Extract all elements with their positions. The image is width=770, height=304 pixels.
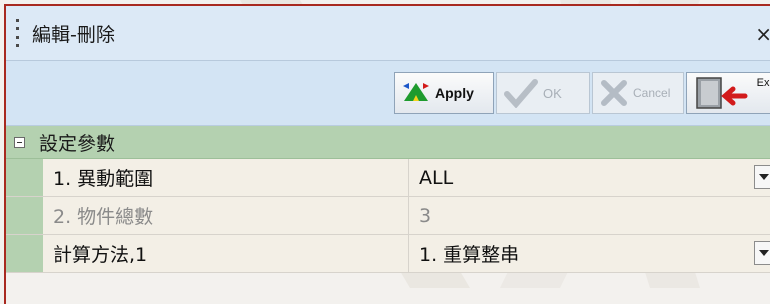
close-icon[interactable]: ×: [755, 22, 770, 46]
cancel-label: Cancel: [633, 86, 671, 100]
property-name: 2. 物件總數: [43, 197, 409, 234]
row-gutter: [6, 197, 43, 234]
row-gutter: [6, 235, 43, 272]
title-bar: 編輯-刪除 ×: [6, 6, 770, 61]
property-name: 計算方法,1: [43, 235, 409, 272]
toolbar: Apply OK Cancel Exit: [6, 61, 770, 126]
ok-button[interactable]: OK: [496, 72, 590, 114]
exit-label: Exit: [756, 77, 770, 89]
section-label: 設定參數: [39, 132, 116, 155]
x-mark-icon: [601, 80, 627, 106]
property-value-select[interactable]: 1. 重算整串: [409, 235, 770, 272]
property-row-change-range: 1. 異動範圍 ALL: [6, 159, 770, 197]
collapse-minus-icon[interactable]: [14, 136, 25, 148]
triangle-arrows-icon: [403, 83, 429, 101]
apply-label: Apply: [435, 85, 474, 101]
property-name: 1. 異動範圍: [43, 159, 409, 196]
row-gutter: [6, 159, 43, 196]
checkmark-icon: [504, 79, 538, 108]
property-value-text: 1. 重算整串: [419, 244, 520, 266]
property-value-readonly: 3: [409, 197, 770, 234]
dropdown-arrow-icon[interactable]: [754, 241, 770, 265]
property-value-select[interactable]: ALL: [409, 159, 770, 196]
property-value-text: 3: [419, 204, 432, 227]
property-grid: 1. 異動範圍 ALL 2. 物件總數 3 計算方法,1 1. 重算整串: [6, 159, 770, 273]
apply-button[interactable]: Apply: [394, 72, 494, 114]
property-row-object-count: 2. 物件總數 3: [6, 197, 770, 235]
exit-door-arrow-icon: [696, 77, 748, 109]
settings-section-header[interactable]: 設定參數: [6, 126, 770, 159]
edit-delete-dialog: 編輯-刪除 × Apply OK Cancel: [4, 4, 770, 304]
property-row-calc-method: 計算方法,1 1. 重算整串: [6, 235, 770, 273]
drag-grip-icon[interactable]: [16, 19, 26, 47]
property-value-text: ALL: [419, 166, 454, 189]
window-title: 編輯-刪除: [32, 23, 115, 46]
cancel-button[interactable]: Cancel: [592, 72, 684, 114]
dropdown-arrow-icon[interactable]: [754, 165, 770, 189]
exit-button[interactable]: Exit: [686, 72, 770, 114]
ok-label: OK: [543, 85, 562, 101]
